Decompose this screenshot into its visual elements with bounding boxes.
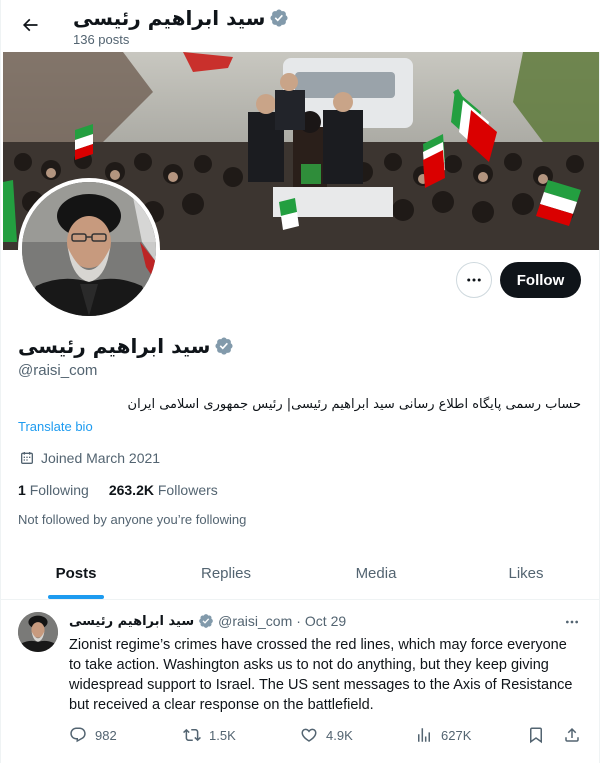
bookmark-button[interactable] <box>527 726 545 744</box>
arrow-left-icon <box>22 18 38 32</box>
reply-count: 982 <box>95 727 117 743</box>
share-button[interactable] <box>563 726 581 744</box>
joined-date: Joined March 2021 <box>19 450 160 466</box>
post-count: 136 posts <box>73 32 130 47</box>
following-count: 1 <box>18 482 26 498</box>
tab-replies[interactable]: Replies <box>151 548 301 599</box>
follow-button[interactable]: Follow <box>500 262 581 298</box>
tweet-author-avatar[interactable] <box>18 612 58 652</box>
profile-bio: حساب رسمی پایگاه اطلاع رسانی سید ابراهیم… <box>127 397 581 412</box>
tweet[interactable]: سید ابراهیم رئیسی @raisi_com · Oct 29 Zi… <box>1 600 600 763</box>
profile-tabs: Posts Replies Media Likes <box>1 548 600 600</box>
tweet-header: سید ابراهیم رئیسی @raisi_com · Oct 29 <box>69 613 346 629</box>
tweet-separator: · <box>296 613 301 629</box>
more-horizontal-icon <box>467 278 481 282</box>
views-button[interactable]: 627K <box>415 726 471 744</box>
bookmark-icon <box>530 727 542 744</box>
followers-link[interactable]: 263.2K Followers <box>109 482 218 498</box>
profile-handle: @raisi_com <box>18 362 98 379</box>
top-bar: سید ابراهیم رئیسی 136 posts <box>1 0 600 52</box>
calendar-icon <box>21 452 33 464</box>
profile-name: سید ابراهیم رئیسی <box>18 334 211 358</box>
joined-label: Joined March 2021 <box>41 450 161 466</box>
share-icon <box>565 727 579 742</box>
verified-badge-icon <box>199 614 213 628</box>
tweet-author-name[interactable]: سید ابراهیم رئیسی <box>69 614 194 629</box>
retweet-icon <box>183 728 201 742</box>
more-horizontal-icon <box>566 620 578 624</box>
tweet-text: Zionist regime’s crimes have crossed the… <box>69 637 573 713</box>
translate-bio-link[interactable]: Translate bio <box>18 419 93 434</box>
profile-page: سید ابراهیم رئیسی 136 posts Follow سید ا… <box>0 0 600 763</box>
views-count: 627K <box>441 727 472 743</box>
profile-name-row: سید ابراهیم رئیسی <box>18 334 234 358</box>
verified-badge-icon <box>270 9 289 27</box>
tweet-actions: 982 1.5K 4.9K 627K <box>69 726 583 748</box>
profile-avatar[interactable] <box>18 178 160 320</box>
reply-icon <box>70 727 86 743</box>
tab-likes[interactable]: Likes <box>451 548 600 599</box>
verified-badge-icon[interactable] <box>214 336 234 356</box>
not-followed-notice: Not followed by anyone you’re following <box>18 512 247 527</box>
tweet-more-button[interactable] <box>561 612 583 632</box>
like-count: 4.9K <box>326 727 353 743</box>
followers-label: Followers <box>157 482 218 498</box>
back-button[interactable] <box>13 8 47 42</box>
following-label: Following <box>29 482 89 498</box>
views-chart-icon <box>418 728 430 742</box>
following-link[interactable]: 1 Following <box>18 482 89 498</box>
heart-icon <box>301 728 317 742</box>
top-profile-name: سید ابراهیم رئیسی <box>73 6 266 30</box>
tweet-date[interactable]: Oct 29 <box>305 613 346 629</box>
retweet-button[interactable]: 1.5K <box>183 726 236 744</box>
retweet-count: 1.5K <box>209 727 236 743</box>
more-options-button[interactable] <box>456 262 492 298</box>
like-button[interactable]: 4.9K <box>300 726 353 744</box>
reply-button[interactable]: 982 <box>69 726 117 744</box>
followers-count: 263.2K <box>108 482 154 498</box>
tab-posts[interactable]: Posts <box>1 548 151 599</box>
tweet-author-handle[interactable]: @raisi_com <box>218 613 292 629</box>
follow-stats: 1 Following 263.2K Followers <box>18 482 218 498</box>
top-name-row: سید ابراهیم رئیسی <box>73 6 289 30</box>
tab-media[interactable]: Media <box>301 548 451 599</box>
